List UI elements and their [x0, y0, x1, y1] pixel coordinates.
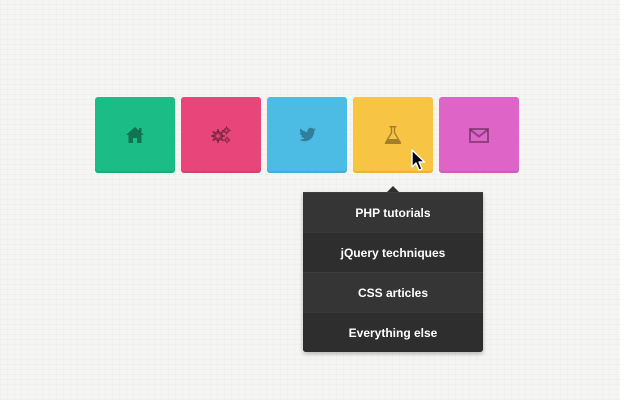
twitter-tile[interactable]	[267, 97, 347, 173]
icon-nav	[95, 97, 520, 173]
contact-tile[interactable]	[439, 97, 519, 173]
flask-icon	[382, 124, 404, 146]
menu-item-css-articles[interactable]: CSS articles	[303, 272, 483, 312]
gears-icon	[210, 124, 232, 146]
settings-tile[interactable]	[181, 97, 261, 173]
twitter-bird-icon	[296, 124, 318, 146]
menu-item-php-tutorials[interactable]: PHP tutorials	[303, 192, 483, 232]
labs-dropdown-menu: PHP tutorials jQuery techniques CSS arti…	[303, 186, 483, 352]
home-icon	[124, 124, 146, 146]
menu-item-jquery-techniques[interactable]: jQuery techniques	[303, 232, 483, 272]
envelope-icon	[468, 124, 490, 146]
home-tile[interactable]	[95, 97, 175, 173]
labs-tile[interactable]	[353, 97, 433, 173]
dropdown-arrow	[387, 186, 399, 192]
menu-item-everything-else[interactable]: Everything else	[303, 312, 483, 352]
